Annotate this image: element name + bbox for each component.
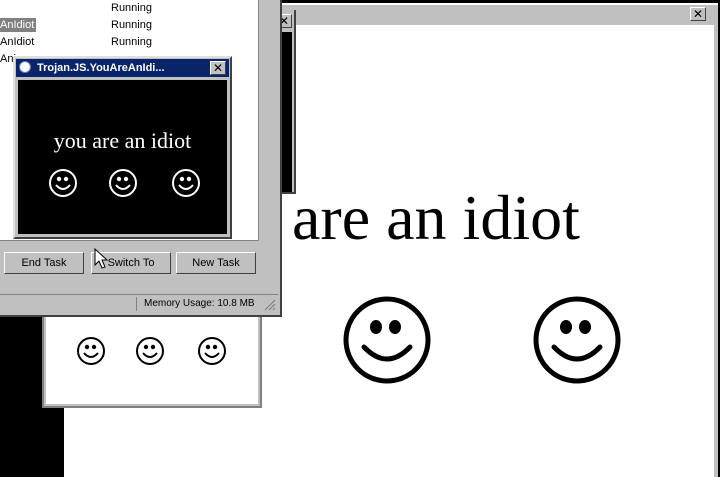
smiley-face-icon [77,337,105,365]
popup-title: Trojan.JS.YouAreAnIdi... [37,62,165,74]
status-bar-left-panel [0,297,137,311]
resize-grip-icon[interactable] [264,299,276,311]
task-status: Running [111,36,152,48]
large-window-close-button[interactable]: ✕ [690,7,706,21]
memory-usage: Memory Usage: 10.8 MB [144,298,255,309]
task-row[interactable]: Running [0,1,258,18]
popup-close-button[interactable]: ✕ [210,61,226,75]
smiley-face-icon [109,169,137,197]
smiley-face-icon [172,169,200,197]
popup-content: you are an idiot [18,80,227,234]
smiley-face-icon [49,169,77,197]
smiley-face-icon [343,296,431,384]
task-status: Running [111,19,152,31]
trojan-popup-window: Trojan.JS.YouAreAnIdi... ✕ you are an id… [13,56,232,239]
end-task-button[interactable]: End Task [4,252,84,274]
task-name-selected: AnIdiot [0,18,37,32]
task-status: Running [111,2,152,14]
task-name: AnIdiot [0,36,35,48]
task-row[interactable]: AnIdiot Running [0,35,258,52]
large-window-message: are an idiot [292,182,580,253]
popup-titlebar[interactable]: Trojan.JS.YouAreAnIdi... ✕ [16,59,229,77]
window-icon [19,61,31,73]
popup-message: you are an idiot [53,128,192,153]
smiley-face-icon [533,296,621,384]
smiley-face-icon [198,337,226,365]
status-bar: Memory Usage: 10.8 MB [0,294,278,313]
smiley-face-icon [136,337,164,365]
new-task-button[interactable]: New Task [176,252,256,274]
task-row[interactable]: AnIdiot Running [0,18,258,35]
mouse-cursor-icon [94,248,108,269]
